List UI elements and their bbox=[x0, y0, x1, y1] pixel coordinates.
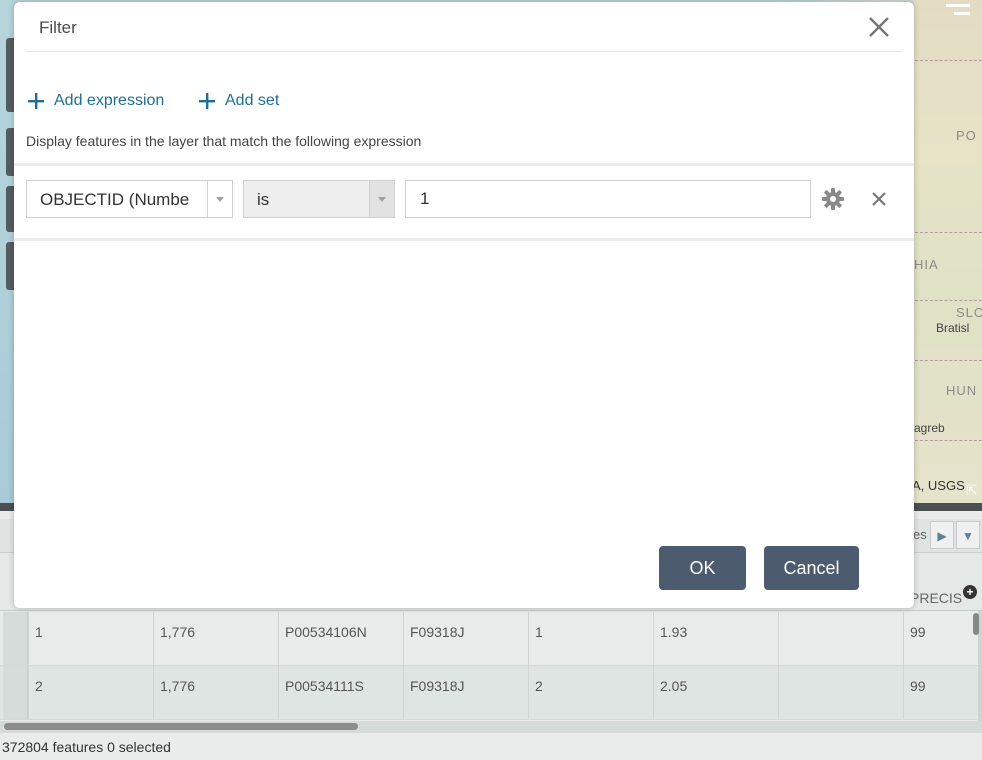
field-select[interactable]: OBJECTID (Numbe bbox=[26, 180, 233, 218]
plus-icon bbox=[28, 93, 44, 109]
map-country-border bbox=[915, 232, 982, 233]
close-button[interactable] bbox=[866, 14, 892, 40]
vertical-scroll-thumb[interactable] bbox=[973, 613, 979, 635]
remove-expression-button[interactable] bbox=[869, 189, 889, 209]
filter-hint: Display features in the layer that match… bbox=[26, 133, 422, 149]
ok-button[interactable]: OK bbox=[659, 546, 746, 590]
map-label: PO bbox=[956, 128, 977, 143]
map-label: HIA bbox=[914, 257, 939, 272]
remove-icon bbox=[872, 192, 886, 206]
operator-select-value: is bbox=[257, 190, 270, 209]
chevron-down-icon[interactable] bbox=[207, 181, 232, 217]
row-selector[interactable] bbox=[3, 612, 28, 665]
column-header[interactable]: PRECIS bbox=[910, 590, 962, 606]
map-label: agreb bbox=[914, 421, 945, 435]
table-cell: 1 bbox=[528, 612, 653, 665]
chevron-down-icon: ▼ bbox=[962, 529, 974, 543]
horizontal-scroll-thumb[interactable] bbox=[4, 723, 358, 730]
close-icon bbox=[869, 17, 889, 37]
table-cell: F09318J bbox=[403, 612, 528, 665]
plus-icon bbox=[199, 93, 215, 109]
map-country-border bbox=[915, 440, 982, 441]
add-column-icon[interactable]: + bbox=[963, 585, 977, 599]
tab-next-button[interactable]: ▶ bbox=[930, 521, 954, 549]
table-status: 372804 features 0 selected bbox=[2, 739, 171, 755]
table-cell: 2 bbox=[528, 666, 653, 719]
table-cell: 2.05 bbox=[653, 666, 778, 719]
chevron-down-icon[interactable] bbox=[369, 181, 394, 217]
map-label: Bratisl bbox=[936, 321, 970, 335]
table-cell: 2 bbox=[28, 666, 153, 719]
add-set-label: Add set bbox=[225, 92, 280, 109]
cancel-button[interactable]: Cancel bbox=[764, 546, 859, 590]
map-label: HUN bbox=[946, 383, 978, 398]
expression-settings-button[interactable] bbox=[822, 188, 844, 210]
add-expression-label: Add expression bbox=[54, 92, 165, 109]
table-cell: 99 bbox=[903, 612, 978, 665]
table-cell: P00534106N bbox=[278, 612, 403, 665]
table-cell: P00534111S bbox=[278, 666, 403, 719]
map-country-border bbox=[915, 300, 982, 301]
row-selector[interactable] bbox=[3, 666, 28, 719]
table-cell: 1,776 bbox=[153, 612, 278, 665]
add-set-button[interactable]: Add set bbox=[199, 92, 279, 110]
tab-menu-button[interactable]: ▼ bbox=[956, 521, 980, 549]
title-divider bbox=[26, 51, 902, 52]
menu-icon[interactable] bbox=[944, 0, 974, 18]
dialog-title: Filter bbox=[39, 18, 77, 37]
table-cell: 1 bbox=[28, 612, 153, 665]
table-row[interactable]: 1 1,776 P00534106N F09318J 1 1.93 99 bbox=[0, 612, 978, 666]
tab-overflow-label: es bbox=[913, 527, 927, 542]
value-input[interactable] bbox=[405, 180, 811, 218]
map-label: SLO bbox=[956, 305, 982, 320]
table-cell: F09318J bbox=[403, 666, 528, 719]
map-country-border bbox=[915, 360, 982, 361]
table-cell bbox=[778, 666, 903, 719]
resize-icon[interactable]: ⇱ bbox=[966, 482, 978, 499]
table-cell bbox=[778, 612, 903, 665]
field-select-value: OBJECTID (Numbe bbox=[40, 190, 190, 209]
gear-icon bbox=[822, 188, 844, 210]
table-cell: 1.93 bbox=[653, 612, 778, 665]
operator-select[interactable]: is bbox=[243, 180, 395, 218]
map-attribution: A, USGS bbox=[912, 478, 965, 493]
table-cell: 99 bbox=[903, 666, 978, 719]
filter-dialog: Filter Add expression Add set Display fe… bbox=[14, 2, 914, 608]
table-cell: 1,776 bbox=[153, 666, 278, 719]
add-expression-button[interactable]: Add expression bbox=[28, 92, 164, 110]
map-country-border bbox=[915, 60, 982, 61]
chevron-right-icon: ▶ bbox=[937, 529, 947, 543]
table-row[interactable]: 2 1,776 P00534111S F09318J 2 2.05 99 bbox=[0, 666, 978, 720]
